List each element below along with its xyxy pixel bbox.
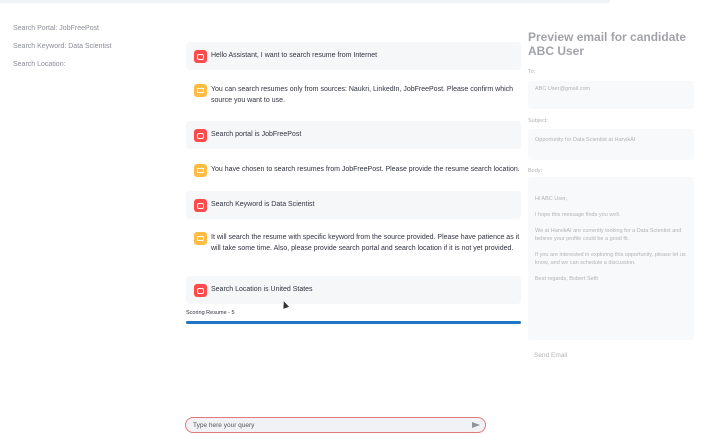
chat-message-assistant: You have chosen to search resumes from J…: [186, 158, 521, 184]
progress-bar: [186, 321, 521, 324]
chat-message-text: Hello Assistant, I want to search resume…: [211, 52, 378, 59]
send-email-button[interactable]: Send Email: [534, 352, 567, 359]
query-input-container[interactable]: [185, 417, 486, 433]
top-divider: [0, 0, 610, 3]
body-label: Body:: [528, 168, 543, 174]
progress-bar-fill: [186, 321, 521, 324]
body-field[interactable]: Hi ABC User, I hope this message finds y…: [528, 177, 694, 340]
send-icon[interactable]: [472, 422, 480, 428]
body-line: I hope this message finds you well.: [535, 212, 621, 218]
chat-message-text: You have chosen to search resumes from J…: [211, 166, 520, 173]
progress-label: Scoring Resume - 5: [186, 310, 235, 316]
body-line: Best regards, Bobert Seth: [535, 276, 599, 282]
sidebar: Search Portal: JobFreePost Search Keywor…: [13, 25, 173, 79]
assistant-avatar-icon: [194, 84, 207, 97]
chat-message-user: Search Location is United States: [186, 276, 521, 304]
body-line: We at HarvikAI are currently looking for…: [535, 228, 682, 242]
user-avatar-icon: [194, 50, 207, 63]
to-label: To:: [528, 69, 536, 75]
chat-message-assistant: You can search resumes only from sources…: [186, 80, 521, 110]
chat-message-user: Hello Assistant, I want to search resume…: [186, 42, 521, 70]
user-avatar-icon: [194, 284, 207, 297]
sidebar-search-keyword: Search Keyword: Data Scientist: [13, 43, 112, 50]
query-input[interactable]: [193, 421, 472, 429]
to-field[interactable]: ABC User@gmail.com: [528, 81, 694, 109]
chat-message-text: Search Keyword is Data Scientist: [211, 201, 315, 208]
body-line: If you are interested in exploring this …: [535, 252, 686, 266]
sidebar-search-portal: Search Portal: JobFreePost: [13, 25, 99, 32]
chat-message-text: Search Location is United States: [211, 286, 313, 293]
chat-message-text: You can search resumes only from sources…: [211, 86, 514, 104]
user-avatar-icon: [194, 129, 207, 142]
email-preview-title: Preview email for candidate ABC User: [528, 30, 687, 58]
subject-field[interactable]: Opportunity for Data Scientist at Harvik…: [528, 129, 694, 160]
chat-message-text: It will search the resume with specific …: [211, 234, 520, 252]
subject-label: Subject:: [528, 118, 548, 124]
chat-message-user: Search Keyword is Data Scientist: [186, 191, 521, 219]
sidebar-search-location: Search Location:: [13, 61, 66, 68]
assistant-avatar-icon: [194, 232, 207, 245]
email-preview-panel: Preview email for candidate ABC User To:…: [528, 30, 694, 359]
body-line: Hi ABC User,: [535, 196, 568, 202]
chat-message-user: Search portal is JobFreePost: [186, 121, 521, 149]
chat-message-text: Search portal is JobFreePost: [211, 131, 302, 138]
chat-message-assistant: It will search the resume with specific …: [186, 228, 521, 262]
user-avatar-icon: [194, 199, 207, 212]
assistant-avatar-icon: [194, 164, 207, 177]
